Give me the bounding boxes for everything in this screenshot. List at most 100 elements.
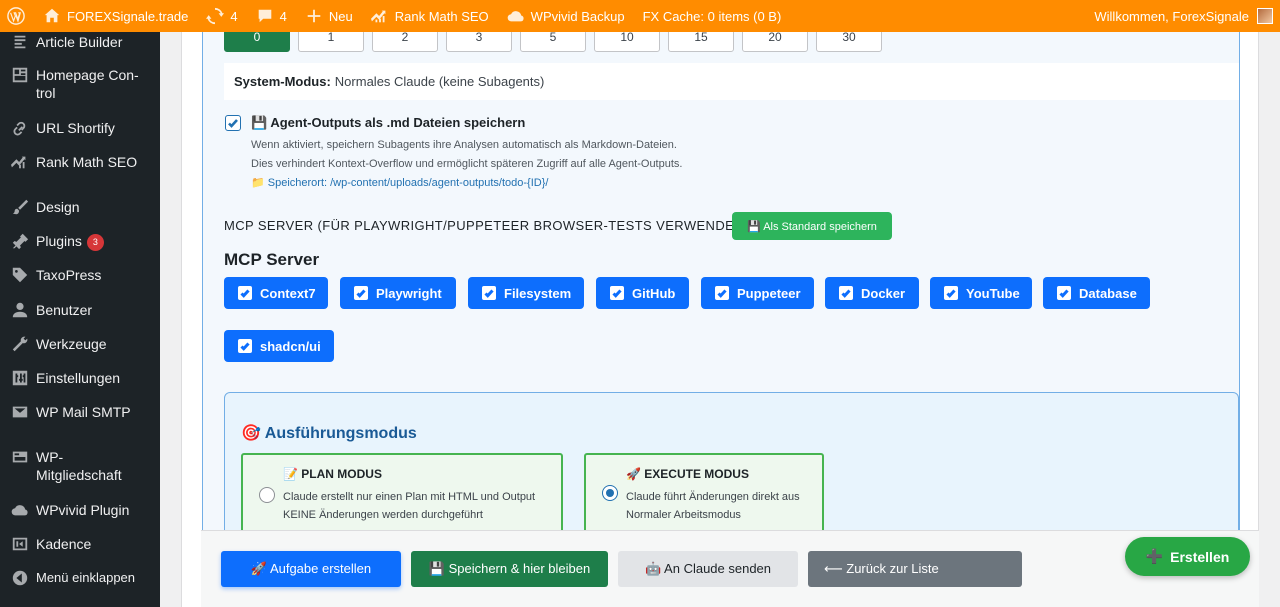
mcp-server-database[interactable]: Database — [1043, 277, 1150, 309]
plan-mode-radio[interactable] — [259, 487, 275, 503]
agent-outputs-desc-1: Wenn aktiviert, speichern Subagents ihre… — [251, 139, 677, 151]
save-and-stay-button[interactable]: 💾 Speichern & hier bleiben — [411, 551, 608, 587]
save-as-default-button[interactable]: 💾 Als Standard speichern — [732, 212, 892, 240]
comments-count: 4 — [279, 8, 287, 24]
execute-mode-desc-1: Claude führt Änderungen direkt aus — [626, 491, 800, 503]
site-name-menu[interactable]: FOREXSignale.trade — [34, 0, 197, 32]
collapse-menu-button[interactable]: Menü einklappen — [0, 569, 160, 587]
send-to-claude-button[interactable]: 🤖 An Claude senden — [618, 551, 798, 587]
mcp-server-shadcn-ui[interactable]: shadcn/ui — [224, 330, 334, 362]
avatar — [1257, 8, 1273, 24]
rankmath-menu[interactable]: Rank Math SEO — [362, 0, 498, 32]
subagent-option-10[interactable]: 10 — [594, 32, 660, 52]
cloud-icon — [0, 501, 36, 519]
sidebar-item-article-builder[interactable]: Article Builder — [0, 33, 160, 51]
plan-mode-desc-2: KEINE Änderungen werden durchgeführt — [283, 509, 483, 521]
create-task-button[interactable]: 🚀 Aufgabe erstellen — [221, 551, 401, 587]
wpvivid-label: WPvivid Backup — [530, 8, 625, 24]
wrench-icon — [0, 335, 36, 353]
homepage-icon — [0, 66, 36, 84]
sidebar-item-url-shortify[interactable]: URL Shortify — [0, 119, 160, 137]
mcp-server-label: Docker — [861, 285, 906, 301]
subagent-option-2[interactable]: 2 — [372, 32, 438, 52]
mcp-server-context7[interactable]: Context7 — [224, 277, 328, 309]
agent-outputs-checkbox[interactable] — [225, 115, 241, 131]
main-content: 0 1 2 3 5 10 15 20 30 System-Modus: Norm… — [181, 32, 1259, 607]
fx-cache-label: FX Cache: 0 items (0 B) — [642, 8, 782, 24]
sidebar-item-benutzer[interactable]: Benutzer — [0, 301, 160, 319]
fx-cache-menu[interactable]: FX Cache: 0 items (0 B) — [634, 0, 791, 32]
admin-bar: FOREXSignale.trade 4 4 Neu Rank Math SEO… — [0, 0, 1280, 32]
plus-icon: ➕ — [1145, 548, 1164, 564]
execute-mode-radio[interactable] — [602, 485, 618, 501]
checkbox-checked-icon — [238, 286, 252, 300]
mail-icon — [0, 403, 36, 421]
sidebar-item-wp-mitgliedschaft[interactable]: WP-Mitgliedschaft — [0, 448, 160, 484]
sidebar-item-wp-mail-smtp[interactable]: WP Mail SMTP — [0, 403, 160, 421]
mcp-server-filesystem[interactable]: Filesystem — [468, 277, 584, 309]
agent-outputs-title: 💾 Agent-Outputs als .md Dateien speicher… — [251, 115, 526, 130]
subagent-option-15[interactable]: 15 — [668, 32, 734, 52]
mcp-server-label: Playwright — [376, 285, 442, 301]
mcp-server-label: YouTube — [966, 285, 1020, 301]
sidebar-item-homepage-control[interactable]: Homepage Con-trol — [0, 66, 160, 102]
updates-menu[interactable]: 4 — [197, 0, 246, 32]
home-icon — [44, 8, 60, 23]
user-icon — [0, 301, 36, 319]
sidebar-item-kadence[interactable]: Kadence — [0, 535, 160, 553]
task-settings-panel: 0 1 2 3 5 10 15 20 30 System-Modus: Norm… — [202, 32, 1240, 592]
checkbox-checked-icon — [482, 286, 496, 300]
wp-logo-menu[interactable] — [0, 0, 34, 32]
checkbox-checked-icon — [1057, 286, 1071, 300]
subagent-option-5[interactable]: 5 — [520, 32, 586, 52]
checkbox-checked-icon — [715, 286, 729, 300]
mcp-server-docker[interactable]: Docker — [825, 277, 919, 309]
execution-mode-title: 🎯 Ausführungsmodus — [241, 425, 417, 442]
create-floating-button[interactable]: ➕ Erstellen — [1125, 537, 1250, 576]
subagent-option-20[interactable]: 20 — [742, 32, 808, 52]
subagent-option-0[interactable]: 0 — [224, 32, 290, 52]
mcp-server-github[interactable]: GitHub — [596, 277, 689, 309]
mcp-server-label: shadcn/ui — [260, 338, 321, 354]
agent-outputs-desc-2: Dies verhindert Kontext-Overflow und erm… — [251, 158, 683, 170]
back-to-list-button[interactable]: ⟵ Zurück zur Liste — [808, 551, 1022, 587]
mcp-server-youtube[interactable]: YouTube — [930, 277, 1032, 309]
sidebar-item-rank-math-seo[interactable]: Rank Math SEO — [0, 153, 160, 171]
new-content-menu[interactable]: Neu — [296, 0, 362, 32]
wpvivid-menu[interactable]: WPvivid Backup — [498, 0, 634, 32]
checkbox-checked-icon — [354, 286, 368, 300]
sidebar-item-wpvivid-plugin[interactable]: WPvivid Plugin — [0, 501, 160, 519]
updates-icon — [206, 7, 225, 25]
execute-mode-title: 🚀 EXECUTE MODUS — [626, 467, 749, 481]
rankmath-icon — [370, 10, 386, 23]
subagent-option-3[interactable]: 3 — [446, 32, 512, 52]
subagent-option-30[interactable]: 30 — [816, 32, 882, 52]
comment-icon — [258, 9, 271, 23]
mcp-section-heading: MCP SERVER (FÜR PLAYWRIGHT/PUPPETEER BRO… — [224, 218, 749, 233]
comments-menu[interactable]: 4 — [247, 0, 296, 32]
sidebar-item-taxopress[interactable]: TaxoPress — [0, 266, 160, 284]
checkmark-icon — [228, 119, 238, 128]
plugin-icon — [0, 232, 36, 250]
settings-icon — [0, 369, 36, 387]
brush-icon — [0, 198, 36, 216]
welcome-text: Willkommen, ForexSignale — [1094, 8, 1249, 24]
checkbox-checked-icon — [944, 286, 958, 300]
site-name: FOREXSignale.trade — [67, 8, 189, 24]
mcp-server-puppeteer[interactable]: Puppeteer — [701, 277, 814, 309]
mcp-server-playwright[interactable]: Playwright — [340, 277, 456, 309]
account-menu[interactable]: Willkommen, ForexSignale — [1094, 8, 1280, 24]
mcp-server-label: Database — [1079, 285, 1137, 301]
subagent-option-1[interactable]: 1 — [298, 32, 364, 52]
sidebar-item-werkzeuge[interactable]: Werkzeuge — [0, 335, 160, 353]
plus-icon — [307, 9, 321, 23]
storage-path-label: 📁 Speicherort: — [251, 177, 331, 189]
collapse-icon — [0, 569, 36, 587]
sidebar-item-einstellungen[interactable]: Einstellungen — [0, 369, 160, 387]
system-mode-label: System-Modus: — [234, 74, 331, 89]
kadence-icon — [0, 535, 36, 553]
mcp-server-label: Puppeteer — [737, 285, 801, 301]
sidebar-item-design[interactable]: Design — [0, 198, 160, 216]
sidebar-item-plugins[interactable]: Plugins 3 — [0, 232, 160, 251]
subagent-count-selector: 0 1 2 3 5 10 15 20 30 — [224, 32, 924, 52]
